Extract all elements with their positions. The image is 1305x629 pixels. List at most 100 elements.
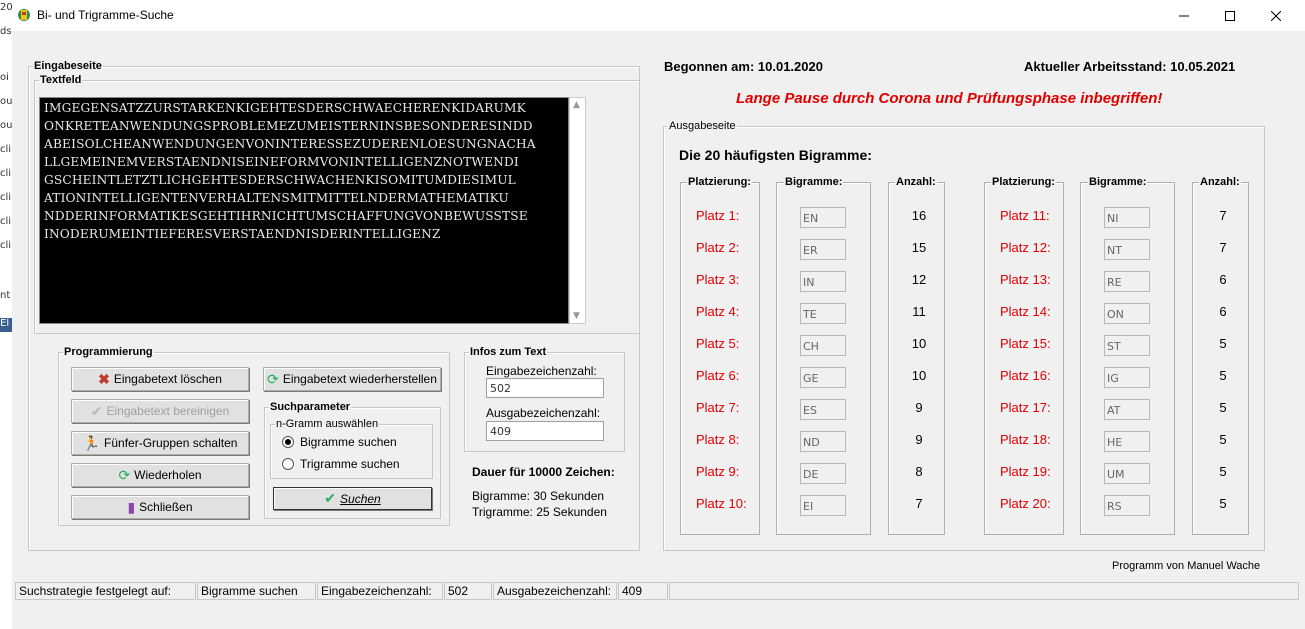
bigram-field[interactable]: IG <box>1104 367 1150 388</box>
bigram-field[interactable]: DE <box>800 463 846 484</box>
edge-fragment: El <box>0 318 10 329</box>
rank-header-left: Platzierung: <box>687 176 752 188</box>
bigram-field[interactable]: NT <box>1104 239 1150 260</box>
author-credit: Programm von Manuel Wache <box>1112 560 1261 572</box>
rank-label: Platz 20: <box>1000 496 1051 511</box>
scroll-down-icon[interactable]: ▼ <box>573 311 580 321</box>
rank-label: Platz 3: <box>696 272 740 287</box>
count-value: 7 <box>1219 208 1227 223</box>
count-column-right <box>1192 182 1249 535</box>
bigram-field[interactable]: ND <box>800 431 846 452</box>
bigram-field[interactable]: EN <box>800 207 846 228</box>
text-line: NDDERINFORMATIKESGEHTIHRNICHTUMSCHAFFUNG… <box>44 209 528 223</box>
rank-label: Platz 7: <box>696 400 740 415</box>
text-line: ATIONINTELLIGENTENVERHALTENSMITMITTELNDE… <box>44 191 509 205</box>
close-icon <box>1271 10 1281 21</box>
clear-text-label: Eingabetext löschen <box>113 372 222 386</box>
rank-label: Platz 18: <box>1000 432 1051 447</box>
restore-text-button[interactable]: ⟳ Eingabetext wiederherstellen <box>263 367 441 391</box>
edge-fragment: ds <box>0 26 12 37</box>
bigram-field[interactable]: RS <box>1104 495 1150 516</box>
title-bar[interactable]: Bi- und Trigramme-Suche <box>12 0 1305 31</box>
count-value: 12 <box>911 272 927 287</box>
five-groups-label: Fünfer-Gruppen schalten <box>104 436 238 450</box>
check-icon: ✔ <box>90 402 103 419</box>
programming-label: Programmierung <box>64 346 153 358</box>
count-header-left: Anzahl: <box>895 176 937 188</box>
bigram-field[interactable]: AT <box>1104 399 1150 420</box>
textarea-scrollbar[interactable]: ▲ ▼ <box>569 97 586 324</box>
input-count-field[interactable]: 502 <box>486 378 604 398</box>
clean-text-button[interactable]: ✔ Eingabetext bereinigen <box>71 399 249 423</box>
rank-label: Platz 10: <box>696 496 747 511</box>
bigram-field[interactable]: ON <box>1104 303 1150 324</box>
count-value: 5 <box>1219 400 1227 415</box>
duration-title: Dauer für 10000 Zeichen: <box>472 465 615 479</box>
count-value: 8 <box>915 464 923 479</box>
trigram-radio-label: Trigramme suchen <box>300 457 400 471</box>
rank-label: Platz 15: <box>1000 336 1051 351</box>
bigram-field[interactable]: HE <box>1104 431 1150 452</box>
count-value: 9 <box>915 400 923 415</box>
bigram-field[interactable]: ST <box>1104 335 1150 356</box>
count-value: 5 <box>1219 432 1227 447</box>
bigram-field[interactable]: NI <box>1104 207 1150 228</box>
rank-label: Platz 11: <box>1000 208 1050 223</box>
bigram-field[interactable]: ES <box>800 399 846 420</box>
trigram-radio[interactable]: Trigramme suchen <box>282 457 400 471</box>
count-value: 5 <box>1219 464 1227 479</box>
current-date: Aktueller Arbeitsstand: 10.05.2021 <box>1024 59 1236 74</box>
rank-label: Platz 16: <box>1000 368 1051 383</box>
rank-label: Platz 9: <box>696 464 740 479</box>
input-textarea[interactable]: IMGEGENSATZZURSTARKENKIGEHTESDERSCHWAECH… <box>39 97 569 324</box>
repeat-button[interactable]: ⟳ Wiederholen <box>71 463 249 487</box>
rank-label: Platz 5: <box>696 336 740 351</box>
bigram-header-left: Bigramme: <box>784 176 844 188</box>
search-button[interactable]: ✔ Suchen <box>273 487 432 510</box>
started-date: Begonnen am: 10.01.2020 <box>664 59 823 74</box>
rank-label: Platz 12: <box>1000 240 1051 255</box>
bigram-radio-label: Bigramme suchen <box>300 435 397 449</box>
bigram-field[interactable]: ER <box>800 239 846 260</box>
bigram-field[interactable]: UM <box>1104 463 1150 484</box>
five-groups-button[interactable]: 🏃 Fünfer-Gruppen schalten <box>71 431 249 455</box>
text-line: IMGEGENSATZZURSTARKENKIGEHTESDERSCHWAECH… <box>44 101 526 115</box>
pause-note: Lange Pause durch Corona und Prüfungspha… <box>736 90 1163 107</box>
text-line: ONKRETEANWENDUNGSPROBLEMEZUMEISTERNINSBE… <box>44 119 533 133</box>
minimize-button[interactable] <box>1161 0 1207 31</box>
count-value: 6 <box>1219 272 1227 287</box>
rank-label: Platz 19: <box>1000 464 1051 479</box>
ngram-label: n-Gramm auswählen <box>276 418 379 430</box>
close-window-button[interactable] <box>1253 0 1299 31</box>
scroll-up-icon[interactable]: ▲ <box>573 100 580 110</box>
output-count-label: Ausgabezeichenzahl: <box>486 406 601 420</box>
bigram-field[interactable]: IN <box>800 271 846 292</box>
bigram-radio[interactable]: Bigramme suchen <box>282 435 397 449</box>
output-count-field[interactable]: 409 <box>486 421 604 441</box>
text-line: GSCHEINTLETZTLICHGEHTESDERSCHWACHENKISOM… <box>44 173 516 187</box>
duration-bigram: Bigramme: 30 Sekunden <box>472 489 605 503</box>
search-label: Suchen <box>340 491 381 506</box>
repeat-icon: ⟳ <box>118 466 131 483</box>
bigram-field[interactable]: RE <box>1104 271 1150 292</box>
status-strategy-label: Suchstrategie festgelegt auf: <box>15 582 196 600</box>
bigram-field[interactable]: TE <box>800 303 846 324</box>
edge-fragment: oi <box>0 72 9 83</box>
edge-fragment: cli <box>0 168 12 179</box>
maximize-button[interactable] <box>1207 0 1253 31</box>
clear-text-button[interactable]: ✖ Eingabetext löschen <box>71 367 249 391</box>
rank-label: Platz 4: <box>696 304 740 319</box>
count-value: 5 <box>1219 336 1227 351</box>
bigram-field[interactable]: CH <box>800 335 846 356</box>
close-app-button[interactable]: ▮ Schließen <box>71 495 249 519</box>
bigram-field[interactable]: EI <box>800 495 846 516</box>
rank-column-left <box>680 182 760 535</box>
app-window: Bi- und Trigramme-Suche Eingabeseite Tex… <box>12 0 1305 629</box>
count-value: 7 <box>915 496 923 511</box>
edge-fragment: 20 <box>0 2 13 13</box>
rank-label: Platz 2: <box>696 240 740 255</box>
status-input-label: Eingabezeichenzahl: <box>317 582 443 600</box>
count-value: 10 <box>911 336 927 351</box>
count-value: 15 <box>911 240 927 255</box>
bigram-field[interactable]: GE <box>800 367 846 388</box>
